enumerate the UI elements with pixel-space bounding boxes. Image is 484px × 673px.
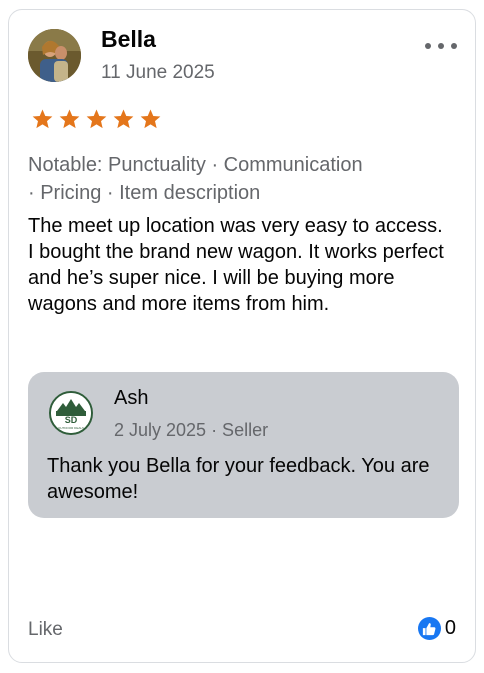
review-text: The meet up location was very easy to ac… — [28, 215, 444, 315]
more-options-button[interactable] — [425, 36, 457, 56]
svg-text:SD: SD — [65, 415, 78, 425]
svg-text:OUTDOOR DEALS: OUTDOOR DEALS — [58, 426, 84, 430]
notable-line-2: · Pricing · Item description — [28, 182, 261, 204]
like-count-value: 0 — [444, 617, 456, 639]
seller-logo[interactable]: SD OUTDOOR DEALS — [49, 391, 93, 435]
more-horizontal-icon — [425, 43, 431, 49]
more-horizontal-icon — [451, 43, 457, 49]
more-horizontal-icon — [438, 43, 444, 49]
review-card: Bella 11 June 2025 Notable: Punctuality … — [8, 9, 476, 663]
review-author-name[interactable]: Bella — [101, 26, 156, 53]
avatar[interactable] — [28, 29, 81, 82]
star-icon — [113, 109, 134, 129]
review-date: 11 June 2025 — [101, 62, 215, 83]
star-icon — [140, 109, 161, 129]
seller-reply: SD OUTDOOR DEALS Ash 2 July 2025 · Selle… — [28, 372, 459, 518]
thumbs-up-icon — [417, 617, 441, 640]
star-icon — [59, 109, 80, 129]
notable-line-1: Notable: Punctuality · Communication — [28, 154, 363, 176]
notable-tags: Notable: Punctuality · Communication · P… — [28, 151, 448, 207]
reply-text: Thank you Bella for your feedback. You a… — [47, 455, 430, 503]
star-icon — [86, 109, 107, 129]
star-icon — [32, 109, 53, 129]
star-rating — [31, 108, 162, 131]
like-count[interactable]: 0 — [417, 617, 456, 640]
like-button[interactable]: Like — [28, 619, 63, 641]
reply-author-name[interactable]: Ash — [114, 387, 148, 410]
reply-meta: 2 July 2025 · Seller — [114, 420, 269, 440]
